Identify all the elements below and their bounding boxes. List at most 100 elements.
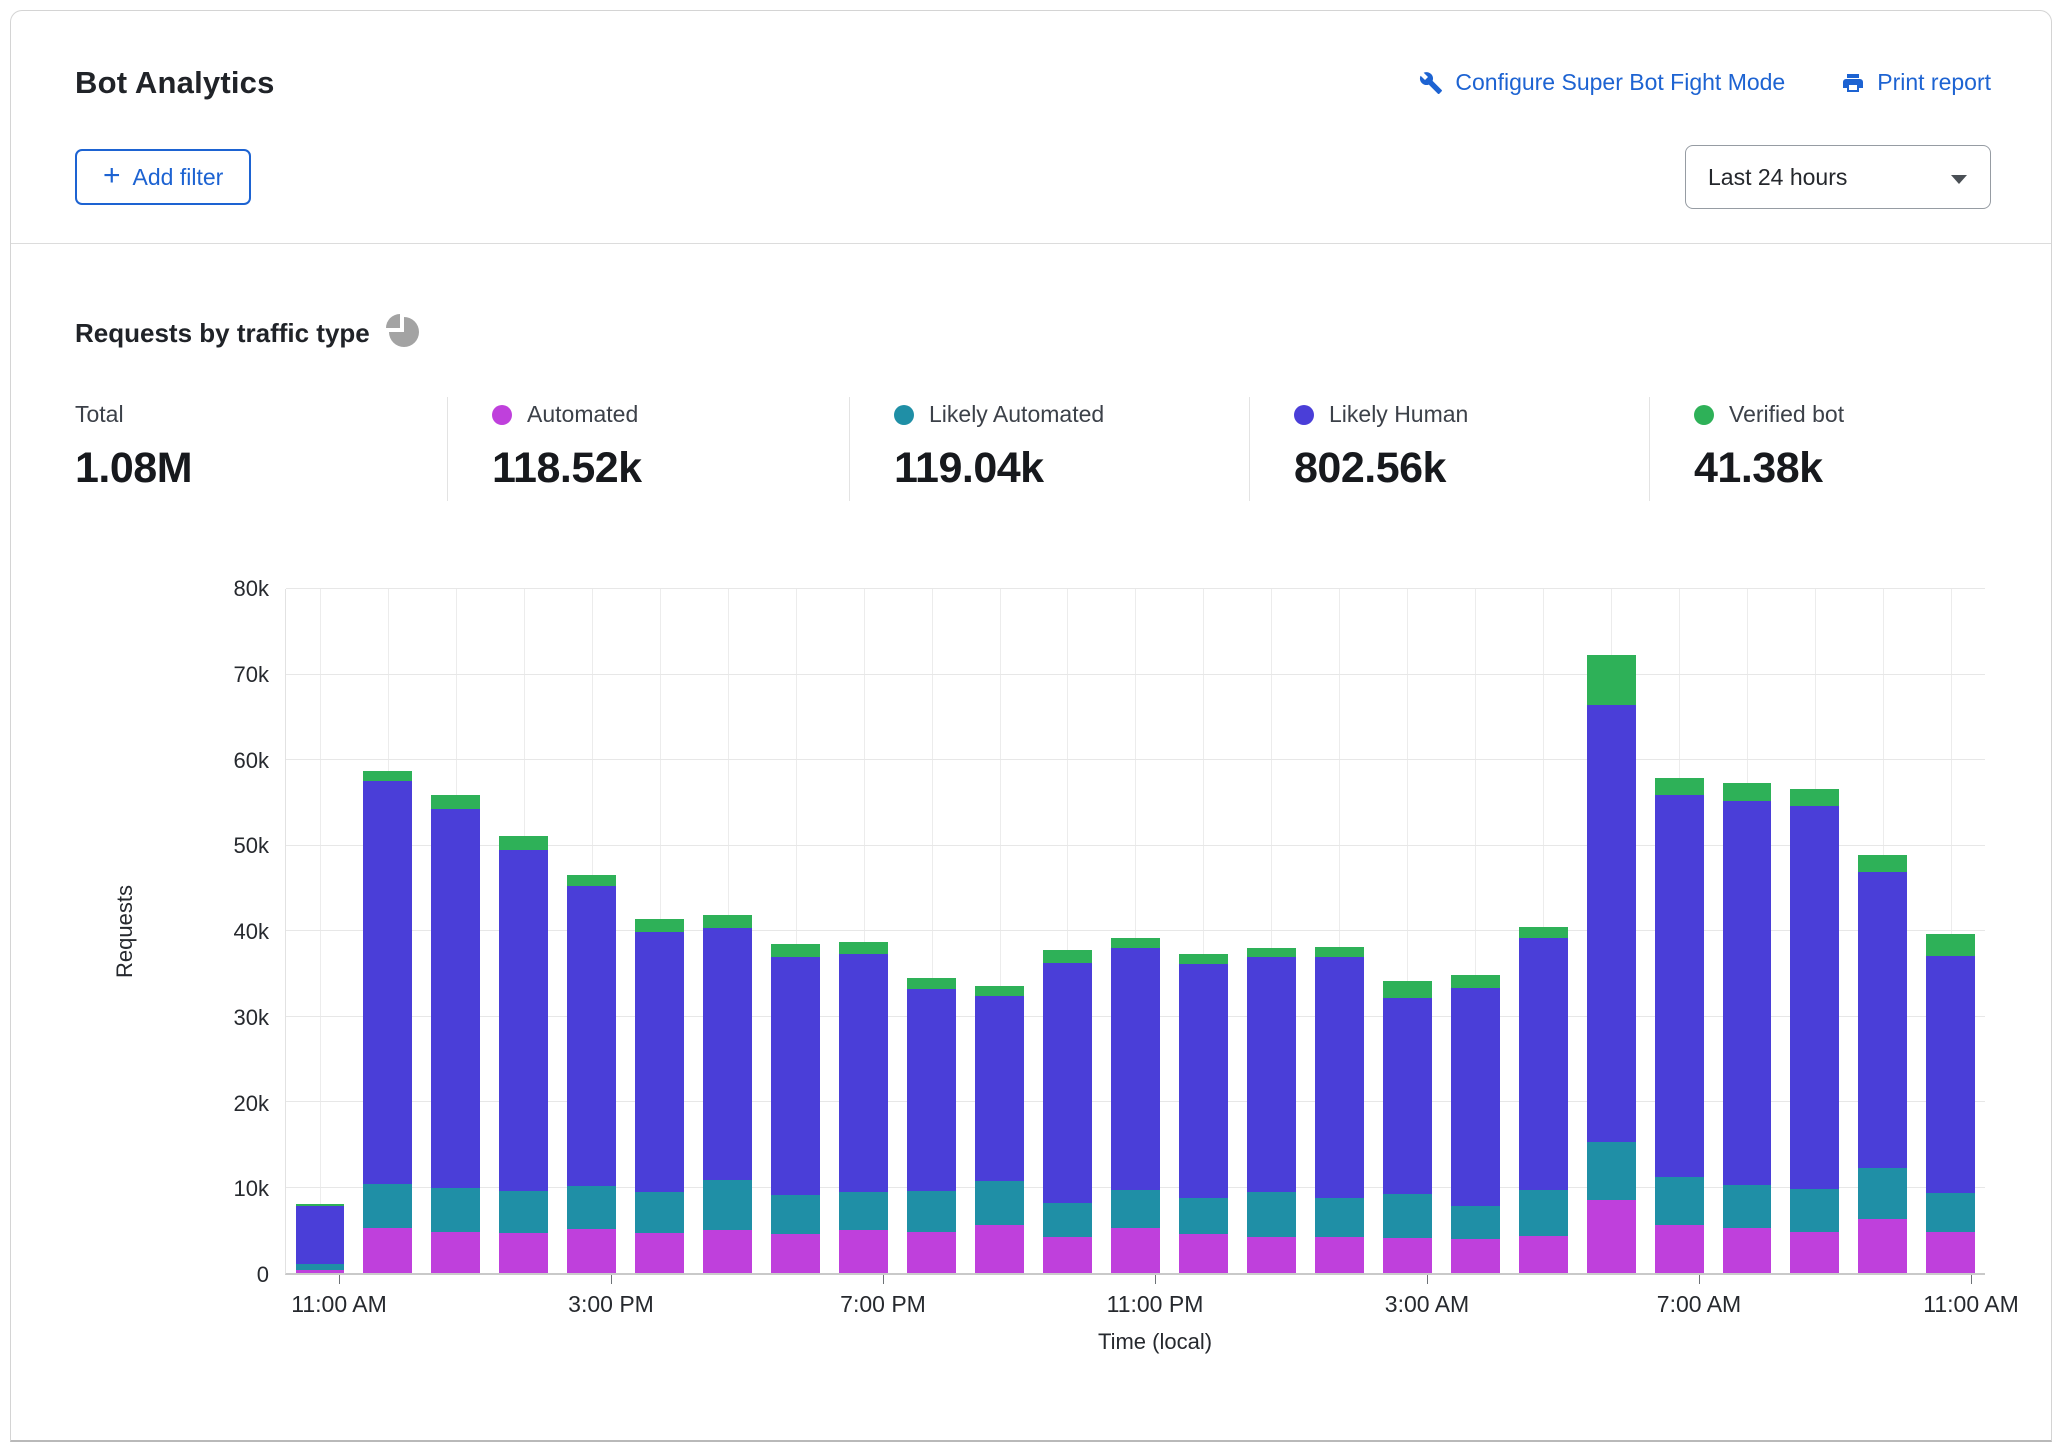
bar-slot [1917,589,1985,1273]
stacked-bar-300pm[interactable] [567,875,616,1273]
stacked-bar-500pm[interactable] [703,915,752,1273]
stacked-bar-1200am[interactable] [1179,954,1228,1273]
x-tick-mark [1699,1275,1700,1284]
print-report-link[interactable]: Print report [1841,69,1991,96]
segment-likely-human [1315,957,1364,1197]
segment-automated [363,1228,412,1273]
segment-automated [1383,1238,1432,1273]
chevron-down-icon [1950,164,1968,191]
plot-area [285,589,1985,1275]
segment-likely-automated [1790,1189,1839,1232]
horizontal-gridline [286,588,1985,589]
segment-likely-automated [1926,1193,1975,1232]
stacked-bar-800pm[interactable] [907,978,956,1273]
segment-automated [1519,1236,1568,1273]
pie-chart-icon [386,314,420,353]
stacked-bar-100am[interactable] [1247,948,1296,1273]
segment-automated [296,1270,345,1273]
time-range-dropdown[interactable]: Last 24 hours [1685,145,1991,209]
x-slot [373,1275,441,1327]
segment-automated [1587,1200,1636,1273]
stacked-bar-1100am[interactable] [296,1204,345,1273]
automated-dot-icon [492,405,512,425]
bar-slot [1373,589,1441,1273]
wrench-icon [1419,71,1443,95]
segment-automated [1858,1219,1907,1273]
segment-likely-human [1587,705,1636,1142]
stacked-bar-900am[interactable] [1790,789,1839,1273]
bar-slot [1849,589,1917,1273]
stacked-bar-900pm[interactable] [975,986,1024,1273]
stacked-bar-1000am[interactable] [1858,855,1907,1273]
stacked-bar-200pm[interactable] [499,836,548,1273]
stacked-bar-400am[interactable] [1451,975,1500,1273]
bot-analytics-card: Bot Analytics Configure Super Bot Fight … [10,10,2052,1442]
y-tick-label: 70k [234,662,269,688]
stacked-bar-400pm[interactable] [635,919,684,1273]
segment-automated [1655,1225,1704,1273]
segment-verified-bot [1315,947,1364,957]
x-tick-mark [883,1275,884,1284]
segment-likely-human [1247,957,1296,1192]
segment-likely-human [635,932,684,1193]
bar-slot [1101,589,1169,1273]
stacked-bar-100pm[interactable] [431,795,480,1273]
segment-likely-automated [1315,1198,1364,1237]
stacked-bar-700pm[interactable] [839,942,888,1273]
segment-automated [703,1230,752,1273]
segment-automated [1926,1232,1975,1273]
stat-likely-automated[interactable]: Likely Automated 119.04k [849,397,1249,501]
segment-automated [1247,1237,1296,1273]
segment-verified-bot [1519,927,1568,938]
horizontal-gridline [286,674,1985,675]
stacked-bar-1100pm[interactable] [1111,938,1160,1273]
stacked-bar-500am[interactable] [1519,927,1568,1273]
segment-likely-automated [771,1195,820,1234]
x-tick-mark [1155,1275,1156,1284]
segment-likely-automated [1247,1192,1296,1237]
segment-likely-human [1451,988,1500,1206]
page-title: Bot Analytics [75,65,275,101]
stat-automated[interactable]: Automated 118.52k [447,397,849,501]
printer-icon [1841,71,1865,95]
segment-verified-bot [771,944,820,957]
stacked-bar-1000pm[interactable] [1043,950,1092,1273]
y-tick-label: 60k [234,748,269,774]
plus-icon: + [103,161,121,191]
stacked-bar-300am[interactable] [1383,981,1432,1273]
x-slot [1733,1275,1801,1327]
x-slot: 11:00 PM [1121,1275,1189,1327]
bar-slot [898,589,966,1273]
stat-likely-human[interactable]: Likely Human 802.56k [1249,397,1649,501]
add-filter-button[interactable]: + Add filter [75,149,251,205]
bar-slot [1033,589,1101,1273]
bar-slot [626,589,694,1273]
stat-verified-bot-value: 41.38k [1694,444,1844,493]
y-tick-label: 10k [234,1176,269,1202]
stacked-bar-1200pm[interactable] [363,771,412,1273]
stacked-bar-1100am[interactable] [1926,934,1975,1273]
stacked-bar-600am[interactable] [1587,655,1636,1273]
segment-automated [1179,1234,1228,1273]
y-tick-label: 40k [234,919,269,945]
x-tick-label: 7:00 AM [1657,1291,1741,1318]
stat-verified-bot[interactable]: Verified bot 41.38k [1649,397,1844,501]
stacked-bar-600pm[interactable] [771,944,820,1273]
x-slot [917,1275,985,1327]
bar-slot [830,589,898,1273]
segment-likely-human [296,1206,345,1264]
y-tick-label: 20k [234,1091,269,1117]
stacked-bar-800am[interactable] [1723,783,1772,1273]
segment-likely-automated [907,1191,956,1232]
x-slot: 3:00 AM [1393,1275,1461,1327]
x-tick-mark [339,1275,340,1284]
x-axis-title: Time (local) [305,1329,2005,1355]
segment-verified-bot [431,795,480,809]
stacked-bar-700am[interactable] [1655,778,1704,1273]
stacked-bar-200am[interactable] [1315,947,1364,1273]
segment-automated [1111,1228,1160,1273]
requests-by-traffic-type-chart: Requests 010k20k30k40k50k60k70k80k 11:00… [95,589,1991,1355]
segment-likely-automated [975,1181,1024,1225]
configure-super-bot-fight-mode-link[interactable]: Configure Super Bot Fight Mode [1419,69,1785,96]
likely-human-dot-icon [1294,405,1314,425]
